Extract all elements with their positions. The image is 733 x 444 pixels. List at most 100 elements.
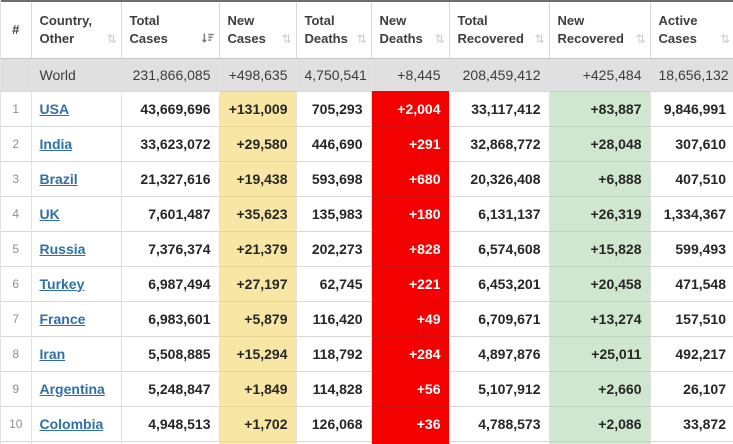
cell-total-cases: 21,327,616 [121,160,220,196]
covid-stats-table: # Country, Other ⇅ Total Cases New Cases ⇅ Tot… [0,0,733,444]
column-header-label: New Recovered [557,13,624,46]
cell-rank: 6 [1,265,32,301]
cell-new-deaths: +36 [371,405,450,441]
country-link[interactable]: Brazil [40,171,78,187]
cell-total-cases: 5,508,885 [121,335,220,371]
table-row: 3 Brazil 21,327,616 +19,438 593,698 +680 20,32… [1,160,733,196]
cell-new-deaths: +56 [371,370,450,406]
cell-rank [1,57,32,91]
cell-total-recovered: 32,868,772 [449,125,550,161]
cell-total-deaths: 705,293 [296,90,372,126]
cell-rank: 4 [1,195,32,231]
cell-total-deaths: 116,420 [296,300,372,336]
column-header-label: New Deaths [379,13,423,46]
cell-new-deaths: +284 [371,335,450,371]
cell-total-deaths: 202,273 [296,230,372,266]
cell-new-deaths: +828 [371,230,450,266]
sort-icon: ⇅ [281,31,292,46]
table-row: 6 Turkey 6,987,494 +27,197 62,745 +221 6,453,2… [1,265,733,301]
column-header-label: Country, Other [39,13,92,46]
cell-rank: 9 [1,370,32,406]
cell-country: World [31,57,122,91]
column-header-new_recovered[interactable]: New Recovered ⇅ [549,0,651,59]
cell-active-cases: 1,334,367 [650,195,733,231]
cell-total-deaths: 118,792 [296,335,372,371]
cell-total-deaths: 135,983 [296,195,372,231]
table-row: 10 Colombia 4,948,513 +1,702 126,068 +36 4,788… [1,405,733,441]
country-link[interactable]: India [40,136,73,152]
cell-new-cases: +21,379 [219,230,297,266]
cell-active-cases: 157,510 [650,300,733,336]
column-header-total_deaths[interactable]: Total Deaths ⇅ [296,0,372,59]
country-link[interactable]: Russia [40,241,86,257]
cell-new-cases: +498,635 [219,57,297,91]
column-header-total_cases[interactable]: Total Cases [121,0,220,59]
cell-rank: 3 [1,160,32,196]
cell-new-deaths: +8,445 [371,57,450,91]
column-header-label: Total Recovered [457,13,524,46]
cell-new-recovered: +26,319 [549,195,651,231]
cell-total-recovered: 33,117,412 [449,90,550,126]
cell-total-deaths: 4,750,541 [296,57,372,91]
cell-active-cases: 26,107 [650,370,733,406]
column-header-label: # [12,21,20,37]
cell-total-cases: 43,669,696 [121,90,220,126]
country-link[interactable]: Turkey [40,276,85,292]
column-header-new_deaths[interactable]: New Deaths ⇅ [371,0,450,59]
cell-active-cases: 33,872 [650,405,733,441]
table-row: 8 Iran 5,508,885 +15,294 118,792 +284 4,897,87… [1,335,733,371]
cell-total-recovered: 6,131,137 [449,195,550,231]
cell-new-recovered: +6,888 [549,160,651,196]
sort-icon: ⇅ [106,31,117,46]
cell-rank: 7 [1,300,32,336]
country-link[interactable]: Colombia [40,416,104,432]
cell-country: India [31,125,122,161]
cell-new-cases: +19,438 [219,160,297,196]
cell-total-recovered: 6,453,201 [449,265,550,301]
sort-icon: ⇅ [635,31,646,46]
country-link[interactable]: USA [40,101,70,117]
country-link[interactable]: Argentina [40,381,105,397]
cell-total-cases: 7,601,487 [121,195,220,231]
world-row: World 231,866,085 +498,635 4,750,541 +8,445 2… [1,57,733,91]
cell-new-cases: +1,849 [219,370,297,406]
cell-total-cases: 7,376,374 [121,230,220,266]
cell-new-deaths: +221 [371,265,450,301]
column-header-country[interactable]: Country, Other ⇅ [31,0,122,59]
column-header-new_cases[interactable]: New Cases ⇅ [219,0,297,59]
cell-active-cases: 599,493 [650,230,733,266]
column-header-active_cases[interactable]: Active Cases ⇅ [650,0,733,59]
country-link[interactable]: Iran [40,346,66,362]
cell-total-recovered: 4,788,573 [449,405,550,441]
country-link[interactable]: France [40,311,86,327]
column-header-label: Total Deaths [304,13,348,46]
sort-desc-active-icon [201,33,214,43]
table-row: 1 USA 43,669,696 +131,009 705,293 +2,004 33,11… [1,90,733,126]
cell-new-deaths: +2,004 [371,90,450,126]
column-header-total_recovered[interactable]: Total Recovered ⇅ [449,0,550,59]
cell-active-cases: 407,510 [650,160,733,196]
country-link[interactable]: UK [40,206,60,222]
cell-active-cases: 18,656,132 [650,57,733,91]
column-header-label: Total Cases [129,13,168,46]
table-row: 5 Russia 7,376,374 +21,379 202,273 +828 6,574,… [1,230,733,266]
cell-country: Colombia [31,405,122,441]
sort-icon: ⇅ [719,31,730,46]
cell-total-cases: 6,983,601 [121,300,220,336]
cell-country: Turkey [31,265,122,301]
cell-country: France [31,300,122,336]
column-header-rank: # [1,0,32,59]
sort-icon: ⇅ [434,31,445,46]
cell-rank: 8 [1,335,32,371]
cell-new-cases: +35,623 [219,195,297,231]
cell-total-cases: 231,866,085 [121,57,220,91]
cell-active-cases: 471,548 [650,265,733,301]
cell-active-cases: 492,217 [650,335,733,371]
cell-new-recovered: +25,011 [549,335,651,371]
cell-new-deaths: +49 [371,300,450,336]
cell-new-cases: +29,580 [219,125,297,161]
cell-total-recovered: 5,107,912 [449,370,550,406]
cell-new-deaths: +291 [371,125,450,161]
cell-new-recovered: +13,274 [549,300,651,336]
cell-total-deaths: 126,068 [296,405,372,441]
